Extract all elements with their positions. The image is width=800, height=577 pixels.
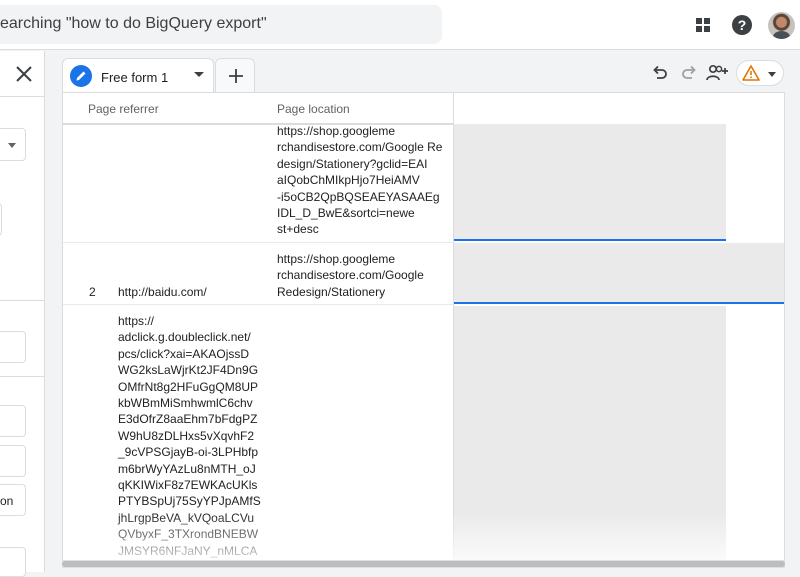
tab-free-form-1[interactable]: Free form 1 [62, 58, 214, 92]
selection-underline [454, 302, 784, 304]
table-cell-page-location: https://shop.googleme rchandisestore.com… [277, 252, 424, 299]
add-tab-button[interactable] [215, 58, 255, 92]
field[interactable] [0, 547, 26, 577]
warning-button[interactable] [736, 60, 784, 86]
pencil-icon [70, 65, 92, 87]
field[interactable] [0, 203, 2, 236]
chevron-down-icon [768, 72, 776, 77]
row-divider [63, 242, 453, 243]
left-panel: on [0, 51, 45, 577]
redo-icon[interactable] [678, 62, 700, 84]
row-divider [63, 304, 453, 305]
selection-underline [454, 239, 726, 241]
plus-icon [229, 69, 243, 83]
search-bar[interactable]: earching "how to do BigQuery export" [0, 5, 442, 44]
divider [0, 96, 45, 97]
table-cell-page-location: https://shop.googleme rchandisestore.com… [277, 124, 443, 237]
top-bar: earching "how to do BigQuery export" ? [0, 0, 800, 50]
table-cell-index: 2 [89, 285, 96, 299]
chevron-down-icon [8, 143, 16, 148]
column-header-page-location[interactable]: Page location [277, 93, 350, 124]
field[interactable]: on [0, 484, 26, 516]
svg-text:?: ? [738, 17, 747, 33]
close-icon[interactable] [14, 64, 34, 84]
apps-grid-icon[interactable] [691, 13, 715, 37]
warning-icon [742, 65, 760, 81]
selected-cell-area[interactable] [454, 306, 726, 567]
tab-label: Free form 1 [101, 70, 169, 85]
column-header-page-referrer[interactable]: Page referrer [88, 93, 159, 124]
table-cell-page-referrer: https:// adclick.g.doubleclick.net/ pcs/… [118, 314, 261, 558]
divider [0, 376, 45, 377]
divider [0, 300, 45, 301]
chevron-down-icon[interactable] [194, 72, 204, 77]
dropdown-field[interactable] [0, 128, 26, 161]
field[interactable] [0, 445, 26, 477]
search-text[interactable]: earching "how to do BigQuery export" [0, 15, 267, 33]
selected-cell-area[interactable] [454, 243, 784, 304]
field[interactable] [0, 405, 26, 437]
account-avatar[interactable] [768, 12, 795, 39]
help-icon[interactable]: ? [730, 13, 754, 37]
table-cell-page-referrer: http://baidu.com/ [118, 285, 207, 299]
undo-icon[interactable] [649, 62, 671, 84]
field-label-fragment: on [0, 494, 14, 508]
report-canvas[interactable]: Page referrer Page location https://shop… [62, 92, 785, 568]
selected-cell-area[interactable] [454, 124, 726, 241]
scrollbar-thumb[interactable] [62, 561, 785, 567]
horizontal-scrollbar[interactable] [62, 560, 785, 568]
share-people-icon[interactable] [705, 62, 729, 84]
field[interactable] [0, 331, 26, 363]
